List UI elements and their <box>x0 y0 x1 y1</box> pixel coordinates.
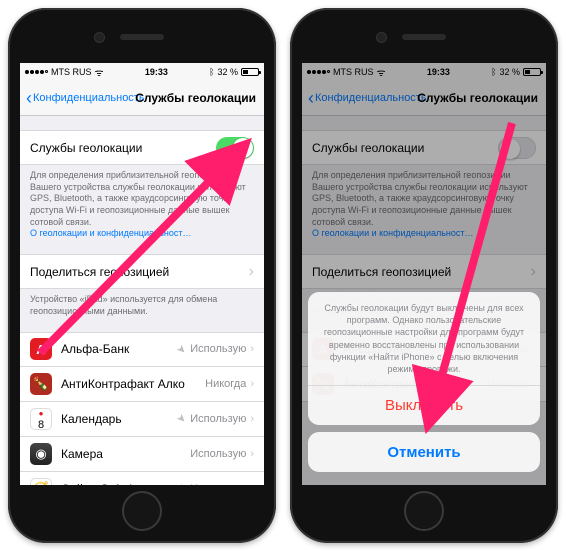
carrier-label: MTS RUS <box>51 67 92 77</box>
list-item[interactable]: ◉ Камера Использую › <box>20 437 264 472</box>
list-item[interactable]: 🧭 Сайты Safari ➤Использую › <box>20 472 264 486</box>
nav-title: Службы геолокации <box>135 91 256 105</box>
row-share-location[interactable]: Поделиться геопозицией › <box>20 254 264 289</box>
home-button[interactable] <box>404 491 444 531</box>
list-item[interactable]: •8 Календарь ➤Использую › <box>20 402 264 437</box>
chevron-right-icon: › <box>249 263 254 281</box>
row-location-services: Службы геолокации <box>20 130 264 165</box>
location-services-label: Службы геолокации <box>30 141 142 155</box>
location-arrow-icon: ➤ <box>174 481 190 485</box>
app-icon: ◉ <box>30 443 52 465</box>
app-icon: A <box>30 338 52 360</box>
share-footer: Устройство «iPad» используется для обмен… <box>20 289 264 317</box>
location-services-toggle[interactable] <box>216 137 254 159</box>
back-button[interactable]: ‹ Конфиденциальность <box>26 89 145 107</box>
app-icon: 🧭 <box>30 478 52 486</box>
home-button[interactable] <box>122 491 162 531</box>
action-sheet: Службы геолокации будут выключены для вс… <box>308 292 540 479</box>
signal-icon <box>25 70 48 74</box>
location-arrow-icon: ➤ <box>174 341 190 357</box>
battery-icon <box>241 68 259 76</box>
phone-right: MTS RUS ᯤ 19:33 ᛒ 32 % ‹ Конфиденциально… <box>290 8 558 543</box>
app-name: Сайты Safari <box>61 482 132 486</box>
bluetooth-icon: ᛒ <box>209 67 214 77</box>
apps-list: A Альфа-Банк ➤Использую › 🍾 АнтиКонтрафа… <box>20 332 264 486</box>
app-icon: 🍾 <box>30 373 52 395</box>
about-privacy-link[interactable]: О геолокации и конфиденциальност… <box>30 228 192 238</box>
clock: 19:33 <box>145 67 168 77</box>
phone-left: MTS RUS ᯤ 19:33 ᛒ 32 % ‹ Конфиденциально… <box>8 8 276 543</box>
nav-bar: ‹ Конфиденциальность Службы геолокации <box>20 80 264 116</box>
list-item[interactable]: 🍾 АнтиКонтрафакт Алко Никогда › <box>20 367 264 402</box>
status-bar: MTS RUS ᯤ 19:33 ᛒ 32 % <box>20 63 264 80</box>
location-footer: Для определения приблизительной геопозиц… <box>20 165 264 240</box>
app-name: АнтиКонтрафакт Алко <box>61 377 185 391</box>
cancel-button[interactable]: Отменить <box>308 432 540 472</box>
wifi-icon: ᯤ <box>95 65 104 79</box>
app-icon: •8 <box>30 408 52 430</box>
screen-left: MTS RUS ᯤ 19:33 ᛒ 32 % ‹ Конфиденциально… <box>20 63 264 485</box>
location-arrow-icon: ➤ <box>174 411 190 427</box>
back-label: Конфиденциальность <box>33 92 145 104</box>
sheet-message: Службы геолокации будут выключены для вс… <box>308 292 540 385</box>
chevron-left-icon: ‹ <box>26 89 32 107</box>
share-label: Поделиться геопозицией <box>30 265 169 279</box>
app-name: Альфа-Банк <box>61 342 129 356</box>
battery-pct: 32 % <box>217 67 238 77</box>
app-name: Камера <box>61 447 103 461</box>
list-item[interactable]: A Альфа-Банк ➤Использую › <box>20 332 264 367</box>
screen-right: MTS RUS ᯤ 19:33 ᛒ 32 % ‹ Конфиденциально… <box>302 63 546 485</box>
turn-off-button[interactable]: Выключить <box>308 385 540 425</box>
app-name: Календарь <box>61 412 122 426</box>
